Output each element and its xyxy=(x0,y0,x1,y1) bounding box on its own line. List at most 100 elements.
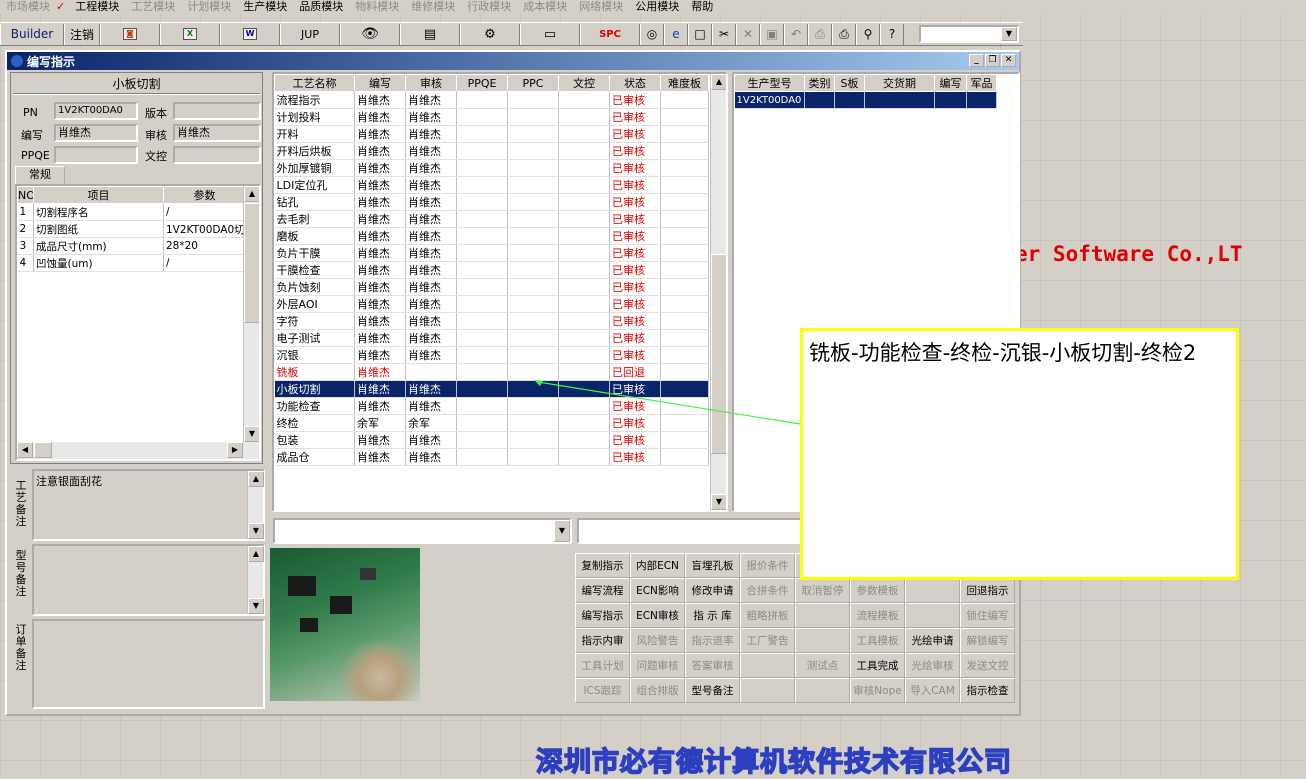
process-note-vscroll[interactable]: ▲ ▼ xyxy=(247,471,264,539)
spc-button[interactable]: SPC xyxy=(580,23,640,45)
action-button-19[interactable]: 粗略拼板 xyxy=(740,603,795,628)
action-button-21[interactable]: 流程模板 xyxy=(850,603,905,628)
action-button-2[interactable]: 盲埋孔板 xyxy=(685,553,740,578)
column-header[interactable]: 状态 xyxy=(609,74,661,92)
action-button-23[interactable]: 锁住编写 xyxy=(960,603,1015,628)
action-button-16[interactable]: 编写指示 xyxy=(575,603,630,628)
menu-item-11[interactable]: 公用模块 xyxy=(629,1,685,13)
table-row[interactable]: 2切割图纸1V2KT00DA0切割 xyxy=(17,220,246,238)
scroll-thumb[interactable] xyxy=(244,203,259,323)
table-row[interactable]: 开料后烘板 肖维杰 肖维杰 已审核 xyxy=(274,142,709,160)
scroll-down-icon[interactable]: ▼ xyxy=(248,598,264,614)
table-row[interactable]: 1 切割程序名 / xyxy=(17,203,246,221)
table-row[interactable]: 电子测试 肖维杰 肖维杰 已审核 xyxy=(274,329,709,347)
column-header[interactable]: 工艺名称 xyxy=(274,74,355,92)
table-row[interactable]: 计划投料 肖维杰 肖维杰 已审核 xyxy=(274,108,709,126)
menu-item-1[interactable]: 工程模块 xyxy=(69,1,125,13)
toolbar-btn-2[interactable]: X xyxy=(160,23,220,45)
menu-item-4[interactable]: 生产模块 xyxy=(237,1,293,13)
table-row[interactable]: 4 凹蚀量(um) / xyxy=(17,254,246,272)
restore-button[interactable]: ❐ xyxy=(985,54,1000,67)
reviewer-field[interactable]: 肖维杰 xyxy=(173,124,261,142)
action-button-46[interactable]: 导入CAM xyxy=(905,678,960,703)
menu-item-9[interactable]: 成本模块 xyxy=(517,1,573,13)
action-button-17[interactable]: ECN审核 xyxy=(630,603,685,628)
action-button-30[interactable]: 光绘申请 xyxy=(905,628,960,653)
table-row[interactable]: 去毛刺 肖维杰 肖维杰 已审核 xyxy=(274,210,709,228)
table-row[interactable]: 磨板 肖维杰 肖维杰 已审核 xyxy=(274,227,709,245)
delete-icon[interactable]: ✕ xyxy=(736,23,760,45)
column-header[interactable]: 军品 xyxy=(966,74,997,92)
table-row[interactable]: 3 成品尺寸(mm) 28*20 xyxy=(17,237,246,255)
cut-icon[interactable]: ✂ xyxy=(712,23,736,45)
action-button-28[interactable] xyxy=(795,628,850,653)
version-field[interactable] xyxy=(173,102,261,120)
model-note-memo[interactable]: ▲ ▼ xyxy=(32,544,265,616)
action-button-10[interactable]: 修改申请 xyxy=(685,578,740,603)
action-button-29[interactable]: 工具模板 xyxy=(850,628,905,653)
process-note-memo[interactable]: 注意银面刮花 ▲ ▼ xyxy=(32,469,265,541)
scroll-thumb[interactable] xyxy=(711,254,726,454)
process-vscroll[interactable]: ▲ ▼ xyxy=(710,74,726,510)
table-row[interactable]: 外层AOI 肖维杰 肖维杰 已审核 xyxy=(274,295,709,313)
action-button-37[interactable]: 工具完成 xyxy=(850,653,905,678)
action-button-15[interactable]: 回退指示 xyxy=(960,578,1015,603)
menu-item-6[interactable]: 物料模块 xyxy=(349,1,405,13)
action-button-45[interactable]: 审核Nope xyxy=(850,678,905,703)
action-button-13[interactable]: 参数模板 xyxy=(850,578,905,603)
scroll-down-icon[interactable]: ▼ xyxy=(248,523,264,539)
chevron-down-icon[interactable]: ▼ xyxy=(554,520,570,542)
new-file-icon[interactable]: □ xyxy=(688,23,712,45)
action-button-0[interactable]: 复制指示 xyxy=(575,553,630,578)
model-note-vscroll[interactable]: ▲ ▼ xyxy=(247,546,264,614)
menu-item-7[interactable]: 维修模块 xyxy=(405,1,461,13)
column-header[interactable]: PPC xyxy=(507,74,559,92)
scroll-down-icon[interactable]: ▼ xyxy=(711,494,726,510)
column-header[interactable]: S板 xyxy=(834,74,865,92)
globe-icon[interactable]: ◎ xyxy=(640,23,664,45)
table-row[interactable]: 流程指示 肖维杰 肖维杰 已审核 xyxy=(274,91,709,109)
action-button-47[interactable]: 指示检查 xyxy=(960,678,1015,703)
menu-item-5[interactable]: 品质模块 xyxy=(293,1,349,13)
column-header[interactable]: 难度板 xyxy=(660,74,709,92)
action-button-36[interactable]: 测试点 xyxy=(795,653,850,678)
action-button-1[interactable]: 内部ECN xyxy=(630,553,685,578)
action-button-38[interactable]: 光绘审核 xyxy=(905,653,960,678)
ie-icon[interactable]: e xyxy=(664,23,688,45)
order-note-memo[interactable] xyxy=(32,619,265,709)
menu-item-12[interactable]: 帮助 xyxy=(685,1,719,13)
network-icon[interactable]: ⚙ xyxy=(460,23,520,45)
table-row[interactable]: 负片干膜 肖维杰 肖维杰 已审核 xyxy=(274,244,709,262)
column-header[interactable]: PPQE xyxy=(456,74,508,92)
column-header[interactable]: 类别 xyxy=(804,74,835,92)
action-button-26[interactable]: 指示退率 xyxy=(685,628,740,653)
scroll-up-icon[interactable]: ▲ xyxy=(248,471,264,487)
table-row[interactable]: 包装 肖维杰 肖维杰 已审核 xyxy=(274,431,709,449)
action-button-12[interactable]: 取消暂停 xyxy=(795,578,850,603)
toolbar-select[interactable]: ▼ xyxy=(919,25,1019,43)
scroll-up-icon[interactable]: ▲ xyxy=(711,74,726,90)
scroll-down-icon[interactable]: ▼ xyxy=(244,426,259,442)
action-button-31[interactable]: 解锁编写 xyxy=(960,628,1015,653)
action-button-22[interactable] xyxy=(905,603,960,628)
action-button-33[interactable]: 问题审核 xyxy=(630,653,685,678)
column-header[interactable]: 参数 xyxy=(163,186,246,204)
database-icon[interactable]: ▤ xyxy=(400,23,460,45)
action-button-11[interactable]: 合拼条件 xyxy=(740,578,795,603)
action-button-14[interactable] xyxy=(905,578,960,603)
action-button-9[interactable]: ECN影响 xyxy=(630,578,685,603)
action-button-35[interactable] xyxy=(740,653,795,678)
action-button-8[interactable]: 编写流程 xyxy=(575,578,630,603)
action-button-24[interactable]: 指示内审 xyxy=(575,628,630,653)
print-icon[interactable]: ⎙ xyxy=(832,23,856,45)
builder-button[interactable]: Builder xyxy=(0,23,64,45)
action-button-39[interactable]: 发送文控 xyxy=(960,653,1015,678)
action-button-20[interactable] xyxy=(795,603,850,628)
menu-item-8[interactable]: 行政模块 xyxy=(461,1,517,13)
action-button-40[interactable]: ICS跟踪 xyxy=(575,678,630,703)
minimize-button[interactable]: _ xyxy=(969,54,984,67)
table-row[interactable]: 外加厚镀铜 肖维杰 肖维杰 已审核 xyxy=(274,159,709,177)
jup-button[interactable]: JUP xyxy=(280,23,340,45)
table-row[interactable]: 沉银 肖维杰 肖维杰 已审核 xyxy=(274,346,709,364)
action-button-3[interactable]: 报价条件 xyxy=(740,553,795,578)
